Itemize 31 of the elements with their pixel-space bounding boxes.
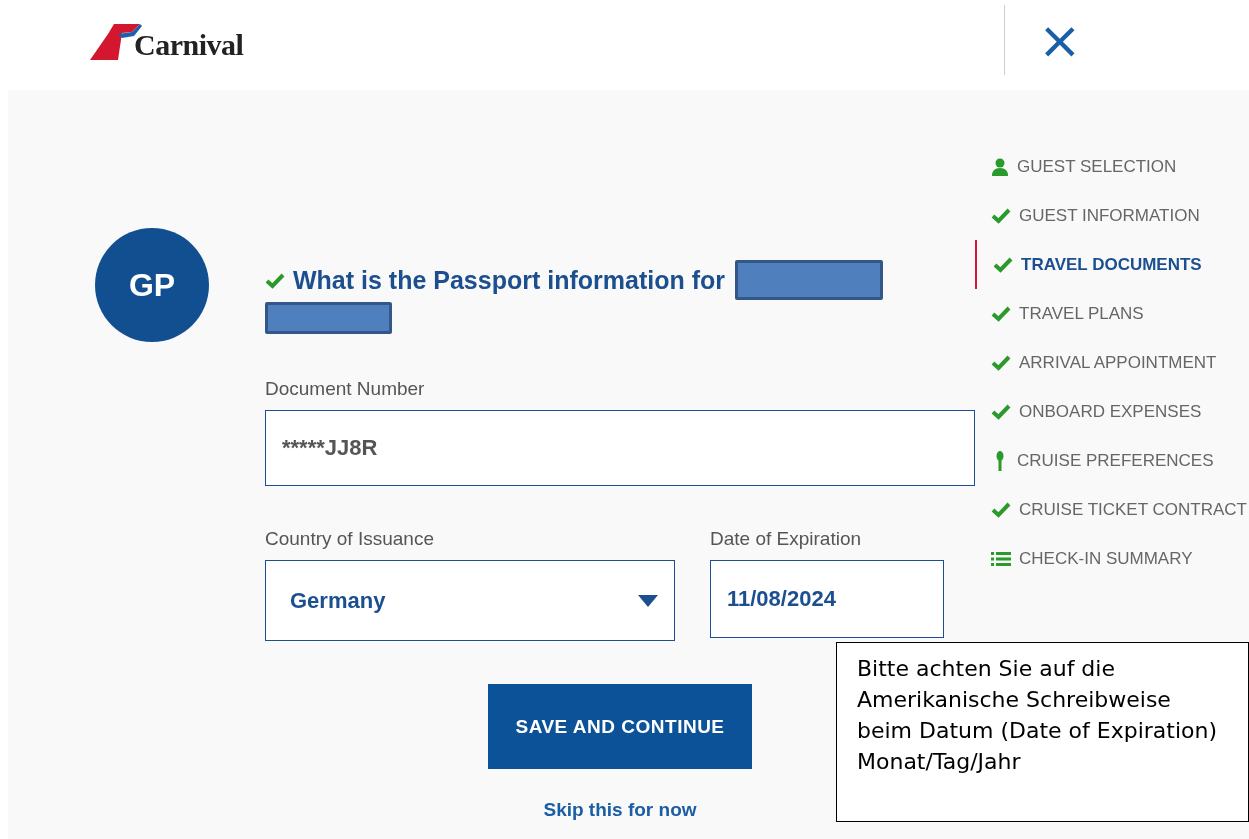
field-label: Country of Issuance xyxy=(265,528,435,550)
check-icon xyxy=(991,403,1011,420)
brand-logo-text: Carnival xyxy=(134,28,244,62)
step-label[interactable]: CRUISE PREFERENCES xyxy=(1017,450,1214,471)
step-label[interactable]: GUEST SELECTION xyxy=(1017,156,1177,177)
step-label[interactable]: TRAVEL PLANS xyxy=(1019,303,1144,324)
caret-icon xyxy=(638,594,658,607)
document-number-field[interactable]: *****JJ8R xyxy=(265,410,975,486)
country-select[interactable]: Germany xyxy=(265,560,675,641)
person-icon xyxy=(991,157,1009,176)
skip-link[interactable]: Skip this for now xyxy=(543,799,697,821)
step-label[interactable]: ARRIVAL APPOINTMENT xyxy=(1019,352,1217,373)
save-and-continue-button[interactable]: SAVE AND CONTINUE xyxy=(488,684,752,769)
check-icon xyxy=(993,256,1013,273)
check-icon xyxy=(991,305,1011,322)
annotation-note: Bitte achten Sie auf die Amerikanische Schreibweise beim Datum (Date of Expiration) Monat/Tag/Jahr xyxy=(836,642,1249,822)
form-heading: What is the Passport information for xyxy=(293,265,725,295)
step-label[interactable]: TRAVEL DOCUMENTS xyxy=(1021,254,1202,275)
field-label: Document Number xyxy=(265,378,426,400)
field-label: Date of Expiration xyxy=(710,528,863,550)
step-label[interactable]: ONBOARD EXPENSES xyxy=(1019,401,1202,422)
check-icon xyxy=(991,501,1011,518)
check-icon xyxy=(991,354,1011,371)
expiration-date-field[interactable]: 11/08/2024 xyxy=(710,560,944,638)
step-label[interactable]: CRUISE TICKET CONTRACT xyxy=(1019,499,1247,520)
step-label[interactable]: CHECK-IN SUMMARY xyxy=(1019,548,1193,569)
step-label[interactable]: GUEST INFORMATION xyxy=(1019,205,1200,226)
list-icon xyxy=(991,550,1011,567)
check-icon xyxy=(991,207,1011,224)
close-button[interactable]: × xyxy=(1038,22,1078,58)
avatar: GP xyxy=(95,228,209,342)
